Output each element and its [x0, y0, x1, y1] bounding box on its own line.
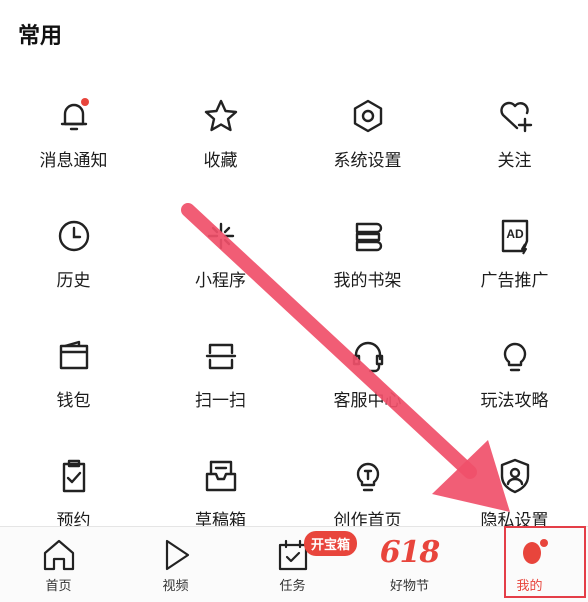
- star-icon: [201, 96, 241, 136]
- sparkle-icon: [201, 216, 241, 256]
- bell-icon: [54, 96, 94, 136]
- grid-item-advertising[interactable]: AD 广告推广: [441, 198, 588, 318]
- grid-row: 钱包 扫一扫 客服中心 玩法攻略: [0, 318, 588, 438]
- grid-row: 消息通知 收藏 系统设置 关注: [0, 78, 588, 198]
- clipboard-check-icon: [54, 456, 94, 496]
- grid-item-follow[interactable]: 关注: [441, 78, 588, 198]
- grid-item-settings[interactable]: 系统设置: [294, 78, 441, 198]
- grid-item-wallet[interactable]: 钱包: [0, 318, 147, 438]
- grid-item-label: 广告推广: [480, 271, 549, 291]
- shortcut-grid: 消息通知 收藏 系统设置 关注 历史 小程序 我的书架 AD 广告推广 钱包 扫…: [0, 78, 588, 558]
- scan-icon: [201, 336, 241, 376]
- grid-item-guide[interactable]: 玩法攻略: [441, 318, 588, 438]
- grid-item-mini-programs[interactable]: 小程序: [147, 198, 294, 318]
- wallet-icon: [54, 336, 94, 376]
- grid-item-messages[interactable]: 消息通知: [0, 78, 147, 198]
- home-icon: [40, 537, 78, 573]
- grid-row: 历史 小程序 我的书架 AD 广告推广: [0, 198, 588, 318]
- draft-box-icon: [201, 456, 241, 496]
- grid-item-favorites[interactable]: 收藏: [147, 78, 294, 198]
- bookshelf-icon: [348, 216, 388, 256]
- tab-video[interactable]: 视频: [117, 527, 234, 602]
- gear-icon: [348, 96, 388, 136]
- grid-item-label: 玩法攻略: [480, 391, 549, 411]
- grid-item-customer-service[interactable]: 客服中心: [294, 318, 441, 438]
- svg-text:AD: AD: [506, 227, 524, 241]
- lightbulb-icon: [495, 336, 535, 376]
- highlight-box: [504, 526, 586, 598]
- tab-label: 任务: [279, 579, 306, 594]
- tab-label: 首页: [45, 579, 72, 594]
- clock-icon: [54, 216, 94, 256]
- grid-item-label: 收藏: [203, 151, 238, 171]
- play-icon: [157, 537, 195, 573]
- bottom-tab-bar: 首页 视频 任务 618 好物节 我的 开宝箱: [0, 526, 588, 602]
- headset-icon: [348, 336, 388, 376]
- unread-dot: [80, 98, 89, 106]
- privacy-shield-icon: [495, 456, 535, 496]
- grid-item-label: 消息通知: [39, 151, 108, 171]
- grid-item-label: 扫一扫: [195, 391, 246, 411]
- grid-item-label: 小程序: [195, 271, 246, 291]
- tab-shopping-festival[interactable]: 618 好物节: [351, 527, 468, 602]
- grid-item-label: 我的书架: [333, 271, 402, 291]
- tab-label: 视频: [162, 579, 189, 594]
- grid-item-label: 钱包: [56, 391, 91, 411]
- heart-plus-icon: [495, 96, 535, 136]
- grid-item-scan[interactable]: 扫一扫: [147, 318, 294, 438]
- grid-item-label: 客服中心: [333, 391, 402, 411]
- tab-home[interactable]: 首页: [0, 527, 117, 602]
- grid-item-label: 系统设置: [333, 151, 402, 171]
- creator-bulb-icon: [348, 456, 388, 496]
- grid-item-label: 关注: [497, 151, 532, 171]
- section-title: 常用: [18, 24, 63, 49]
- 618-logo: 618: [379, 535, 441, 570]
- grid-item-bookshelf[interactable]: 我的书架: [294, 198, 441, 318]
- grid-item-label: 历史: [56, 271, 91, 291]
- grid-item-history[interactable]: 历史: [0, 198, 147, 318]
- ad-icon: AD: [495, 216, 535, 256]
- open-treasure-badge[interactable]: 开宝箱: [304, 531, 358, 556]
- tab-label: 好物节: [389, 579, 429, 594]
